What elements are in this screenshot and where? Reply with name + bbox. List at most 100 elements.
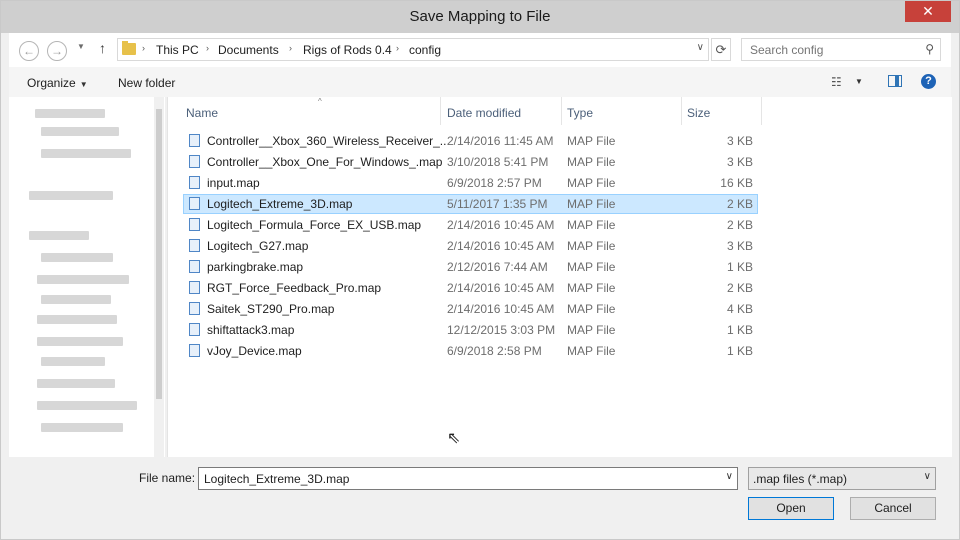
organize-button[interactable]: Organize ▼ <box>27 76 88 90</box>
file-row[interactable]: Saitek_ST290_Pro.map 2/14/2016 10:45 AM … <box>183 299 758 319</box>
blurred-nav-item <box>37 337 123 346</box>
blurred-nav-item <box>41 149 131 158</box>
column-header-name-label: Name <box>186 106 219 120</box>
breadcrumb-rigs-of-rods[interactable]: Rigs of Rods 0.4 <box>303 43 392 57</box>
file-type: MAP File <box>567 260 616 274</box>
new-folder-button[interactable]: New folder <box>118 76 175 90</box>
file-size: 3 KB <box>726 239 753 253</box>
column-header-size[interactable]: Size <box>681 97 762 125</box>
window-title: Save Mapping to File <box>409 8 551 25</box>
command-bar: Organize ▼ New folder ☷ ▼ ? <box>9 67 951 97</box>
chevron-down-icon[interactable]: ∨ <box>697 42 704 53</box>
file-row-selected[interactable]: Logitech_Extreme_3D.map 5/11/2017 1:35 P… <box>183 194 758 214</box>
search-box[interactable]: ⚲ <box>741 38 941 61</box>
file-row[interactable]: Logitech_Formula_Force_EX_USB.map 2/14/2… <box>183 215 758 235</box>
map-file-icon <box>189 239 200 252</box>
file-date: 6/9/2018 2:57 PM <box>447 176 542 190</box>
chevron-down-icon[interactable]: ∨ <box>726 471 733 482</box>
file-row[interactable]: vJoy_Device.map 6/9/2018 2:58 PM MAP Fil… <box>183 341 758 361</box>
blurred-nav-item <box>37 315 117 324</box>
file-date: 2/14/2016 10:45 AM <box>447 281 555 295</box>
navigation-bar: ← → ▼ ↑ › This PC › Documents › Rigs of … <box>9 33 951 67</box>
sort-ascending-icon: ^ <box>318 97 322 106</box>
file-size: 2 KB <box>726 197 753 211</box>
file-name: RGT_Force_Feedback_Pro.map <box>207 281 382 295</box>
column-header-type[interactable]: Type <box>561 97 682 125</box>
file-date: 2/14/2016 10:45 AM <box>447 218 555 232</box>
navigation-pane[interactable] <box>9 97 165 457</box>
blurred-nav-item <box>29 191 113 200</box>
blurred-nav-item <box>41 423 123 432</box>
file-row[interactable]: Controller__Xbox_360_Wireless_Receiver_.… <box>183 131 758 151</box>
file-date: 2/14/2016 10:45 AM <box>447 239 555 253</box>
chevron-right-icon[interactable]: › <box>142 43 145 53</box>
file-row[interactable]: RGT_Force_Feedback_Pro.map 2/14/2016 10:… <box>183 278 758 298</box>
file-date: 2/14/2016 11:45 AM <box>447 134 554 148</box>
mouse-cursor-icon: ⇖ <box>447 430 461 447</box>
blurred-nav-item <box>37 401 137 410</box>
close-button[interactable]: ✕ <box>905 1 951 22</box>
cancel-button[interactable]: Cancel <box>850 497 936 520</box>
file-name-input[interactable] <box>202 471 716 487</box>
breadcrumb-this-pc[interactable]: This PC <box>156 43 199 57</box>
column-header-type-label: Type <box>567 106 594 120</box>
address-bar[interactable]: › This PC › Documents › Rigs of Rods 0.4… <box>117 38 709 61</box>
column-header-date-modified[interactable]: Date modified <box>441 97 562 125</box>
blurred-nav-item <box>41 357 105 366</box>
file-row[interactable]: parkingbrake.map 2/12/2016 7:44 AM MAP F… <box>183 257 758 277</box>
view-options-icon[interactable]: ☷ <box>831 75 842 89</box>
file-date: 12/12/2015 3:03 PM <box>447 323 556 337</box>
file-size: 3 KB <box>726 134 753 148</box>
file-row[interactable]: Controller__Xbox_One_For_Windows_.map 3/… <box>183 152 758 172</box>
file-name: input.map <box>207 176 260 190</box>
file-row[interactable]: input.map 6/9/2018 2:57 PM MAP File 16 K… <box>183 173 758 193</box>
file-name: vJoy_Device.map <box>207 344 302 358</box>
file-list: Name ^ Date modified Type Size Controlle… <box>167 97 952 457</box>
organize-label: Organize <box>27 76 76 90</box>
file-name: Controller__Xbox_360_Wireless_Receiver_.… <box>207 134 450 148</box>
file-size: 1 KB <box>726 344 753 358</box>
file-type: MAP File <box>567 323 616 337</box>
breadcrumb-config[interactable]: config <box>409 43 441 57</box>
refresh-button[interactable]: ⟳ <box>711 38 731 61</box>
nav-scrollbar-thumb[interactable] <box>156 109 162 399</box>
file-date: 2/14/2016 10:45 AM <box>447 302 555 316</box>
map-file-icon <box>189 302 200 315</box>
map-file-icon <box>189 344 200 357</box>
map-file-icon <box>189 323 200 336</box>
column-header-name[interactable]: Name ^ <box>180 97 441 125</box>
recent-locations-icon[interactable]: ▼ <box>77 42 85 51</box>
breadcrumb-documents[interactable]: Documents <box>218 43 279 57</box>
blurred-nav-item <box>41 295 111 304</box>
file-date: 6/9/2018 2:58 PM <box>447 344 542 358</box>
chevron-right-icon[interactable]: › <box>206 43 209 53</box>
file-type: MAP File <box>567 281 616 295</box>
chevron-right-icon[interactable]: › <box>396 43 399 53</box>
caret-down-icon[interactable]: ▼ <box>855 77 863 86</box>
blurred-nav-item <box>37 275 129 284</box>
chevron-right-icon[interactable]: › <box>289 43 292 53</box>
file-type-select[interactable]: .map files (*.map) ∨ <box>748 467 936 490</box>
file-size: 1 KB <box>726 323 753 337</box>
map-file-icon <box>189 197 200 210</box>
preview-pane-icon[interactable] <box>888 75 902 87</box>
forward-button[interactable]: → <box>47 41 67 61</box>
file-type: MAP File <box>567 218 616 232</box>
file-row[interactable]: shiftattack3.map 12/12/2015 3:03 PM MAP … <box>183 320 758 340</box>
title-bar[interactable]: Save Mapping to File ✕ <box>1 1 959 33</box>
file-row[interactable]: Logitech_G27.map 2/14/2016 10:45 AM MAP … <box>183 236 758 256</box>
search-input[interactable] <box>748 42 912 58</box>
file-name-combobox[interactable]: ∨ <box>198 467 738 490</box>
file-date: 3/10/2018 5:41 PM <box>447 155 549 169</box>
open-button[interactable]: Open <box>748 497 834 520</box>
search-icon[interactable]: ⚲ <box>925 42 934 56</box>
file-type: MAP File <box>567 134 616 148</box>
up-button[interactable]: ↑ <box>99 40 106 56</box>
back-button[interactable]: ← <box>19 41 39 61</box>
file-type-value: .map files (*.map) <box>753 472 848 486</box>
file-type: MAP File <box>567 155 616 169</box>
map-file-icon <box>189 218 200 231</box>
map-file-icon <box>189 134 200 147</box>
file-name: Controller__Xbox_One_For_Windows_.map <box>207 155 443 169</box>
help-icon[interactable]: ? <box>921 74 936 89</box>
